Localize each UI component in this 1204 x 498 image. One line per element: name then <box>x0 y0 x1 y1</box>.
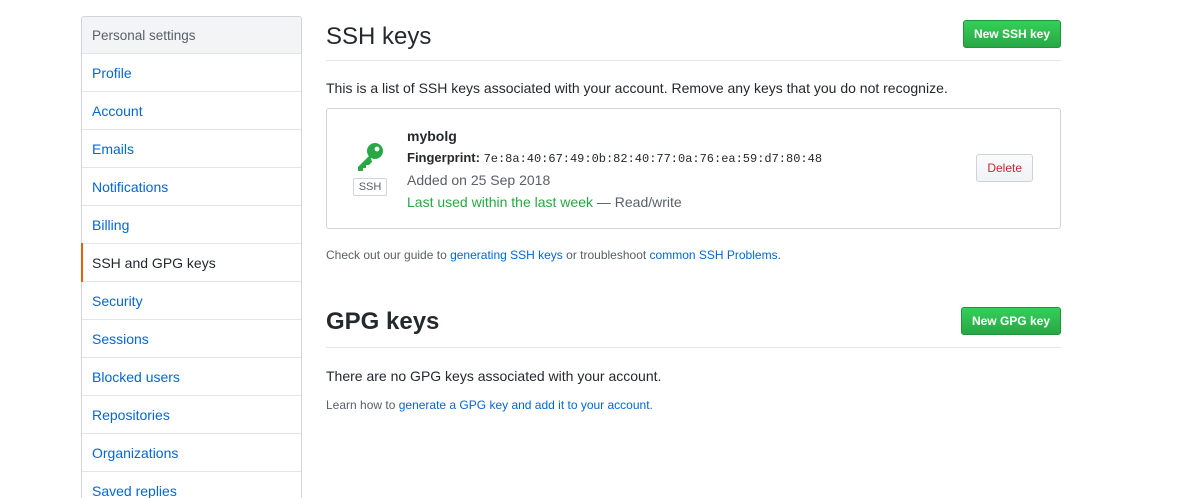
sidebar-header: Personal settings <box>82 17 301 54</box>
sidebar-item-repositories[interactable]: Repositories <box>82 396 301 434</box>
ssh-guide-prefix: Check out our guide to <box>326 248 451 262</box>
ssh-keys-description: This is a list of SSH keys associated wi… <box>326 80 948 96</box>
new-gpg-key-button[interactable]: New GPG key <box>960 307 1061 335</box>
gpg-learn-prefix: Learn how to <box>326 398 399 412</box>
fingerprint-label: Fingerprint: <box>407 150 480 165</box>
sidebar-item-saved-replies[interactable]: Saved replies <box>82 472 301 498</box>
ssh-key-name: mybolg <box>407 128 457 144</box>
key-icon <box>354 140 386 175</box>
ssh-key-fingerprint: Fingerprint: 7e:8a:40:67:49:0b:82:40:77:… <box>407 150 822 166</box>
access-level-text: — Read/write <box>596 194 682 210</box>
sidebar-item-billing[interactable]: Billing <box>82 206 301 244</box>
ssh-key-item: SSH mybolg Fingerprint: 7e:8a:40:67:49:0… <box>326 108 1061 229</box>
settings-sidebar: Personal settings Profile Account Emails… <box>81 16 302 498</box>
delete-ssh-key-button[interactable]: Delete <box>976 154 1033 182</box>
gpg-empty-text: There are no GPG keys associated with yo… <box>326 368 662 384</box>
generate-gpg-key-link[interactable]: generate a GPG key and add it to your ac… <box>399 398 650 412</box>
sidebar-item-notifications[interactable]: Notifications <box>82 168 301 206</box>
sidebar-item-security[interactable]: Security <box>82 282 301 320</box>
ssh-key-added-date: Added on 25 Sep 2018 <box>407 172 551 188</box>
sidebar-item-profile[interactable]: Profile <box>82 54 301 92</box>
ssh-badge: SSH <box>353 178 387 196</box>
sidebar-item-ssh-gpg-keys[interactable]: SSH and GPG keys <box>81 243 301 282</box>
new-ssh-key-button[interactable]: New SSH key <box>962 20 1061 48</box>
ssh-keys-title: SSH keys <box>326 23 432 50</box>
ssh-key-last-used: Last used within the last week — Read/wr… <box>407 194 682 210</box>
ssh-guide-suffix: . <box>777 248 781 262</box>
ssh-keys-subhead: SSH keys New SSH key <box>326 16 1061 61</box>
gpg-learn-note: Learn how to generate a GPG key and add … <box>326 398 653 412</box>
sidebar-item-emails[interactable]: Emails <box>82 130 301 168</box>
ssh-guide-middle: or troubleshoot <box>562 248 650 262</box>
last-used-text: Last used within the last week <box>407 194 593 210</box>
generating-ssh-keys-link[interactable]: generating SSH keys <box>450 248 563 262</box>
gpg-keys-title: GPG keys <box>326 308 440 335</box>
common-ssh-problems-link[interactable]: common SSH Problems <box>650 248 778 262</box>
sidebar-item-organizations[interactable]: Organizations <box>82 434 301 472</box>
sidebar-item-account[interactable]: Account <box>82 92 301 130</box>
gpg-learn-suffix: . <box>649 398 653 412</box>
ssh-guide-note: Check out our guide to generating SSH ke… <box>326 248 781 262</box>
gpg-keys-subhead: GPG keys <box>326 308 1061 348</box>
fingerprint-value: 7e:8a:40:67:49:0b:82:40:77:0a:76:ea:59:d… <box>483 152 823 166</box>
main-content: SSH keys New SSH key This is a list of S… <box>326 16 1061 412</box>
sidebar-item-blocked-users[interactable]: Blocked users <box>82 358 301 396</box>
sidebar-item-sessions[interactable]: Sessions <box>82 320 301 358</box>
